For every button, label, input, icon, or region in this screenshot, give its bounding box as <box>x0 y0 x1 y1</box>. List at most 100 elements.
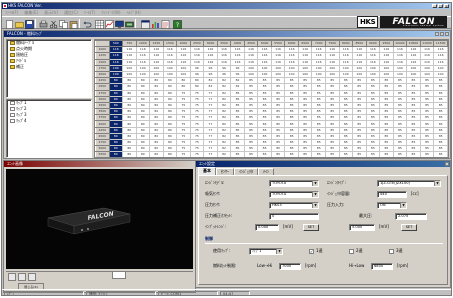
save-icon[interactable] <box>24 19 34 29</box>
grid-cell[interactable]: 82 <box>216 151 232 157</box>
menu-file[interactable]: ﾌｧｲﾙ(F) <box>5 9 18 16</box>
chevron-down-icon: ▼ <box>276 249 282 254</box>
grid-cell[interactable]: 85 <box>379 151 394 157</box>
window-title: HKS FALCON Ver. <box>8 3 42 8</box>
grid-cell[interactable]: 85 <box>311 151 326 157</box>
grid-cell[interactable]: 85 <box>324 151 340 157</box>
grid-cell[interactable]: 80 <box>108 151 124 157</box>
map-icon[interactable] <box>94 19 104 29</box>
pointer-icon[interactable] <box>18 273 26 281</box>
minimize-button[interactable]: _ <box>432 4 437 8</box>
cut-icon[interactable] <box>48 19 58 29</box>
tab-basic[interactable]: 基本 <box>198 167 216 175</box>
tree-item[interactable]: 補正 <box>7 64 91 70</box>
map-window-maximize-button[interactable] <box>440 32 444 36</box>
set-min-button[interactable]: SET <box>303 224 319 231</box>
sensor-type-select[interactable]: TOYOTA ▼ <box>269 191 319 198</box>
grid-row-header[interactable]: 5250 <box>95 151 110 157</box>
undo-icon[interactable] <box>82 19 92 28</box>
input-range-max-field[interactable]: 5.000 <box>349 224 375 231</box>
set-max-button[interactable]: SET <box>401 224 417 231</box>
menu-help[interactable]: ﾍﾙﾌﾟ(H) <box>127 9 141 16</box>
grid-cell[interactable]: 85 <box>230 151 245 157</box>
fuel-map-grid[interactable]: 500 750 1000 1250 1500 2000 2500 3000 3500 4000 45… <box>94 39 449 158</box>
engine-model-select[interactable]: TOYOTA ▼ <box>269 180 319 187</box>
engine-type-select[interactable]: 1JZ-GTE(JZX100) ▼ <box>377 180 441 187</box>
grid-cell[interactable]: 85 <box>419 151 435 157</box>
chevron-down-icon: ▼ <box>312 192 318 197</box>
grid-cell[interactable]: 80 <box>149 151 164 157</box>
copy-icon[interactable] <box>58 19 68 29</box>
map-list: ﾏｯﾌﾟ1 ﾏｯﾌﾟ2 ﾏｯﾌﾟ3 ﾏｯﾌﾟ4 <box>6 99 92 158</box>
map-select[interactable]: ﾏｯﾌﾟ1 ▼ <box>249 248 283 255</box>
grid-cell[interactable]: 85 <box>297 151 313 157</box>
limit-low-field[interactable]: 7000 <box>279 263 301 270</box>
gear2-checkbox[interactable] <box>349 249 354 254</box>
table-icon[interactable] <box>140 19 150 29</box>
chart-icon[interactable] <box>150 19 159 28</box>
limit-high-field[interactable]: 6800 <box>371 263 393 270</box>
tab-sensor[interactable]: ｾﾝｻｰ <box>216 168 234 175</box>
grid-cell[interactable]: 75 <box>176 151 191 157</box>
grid-column-header[interactable]: 10500 <box>406 40 421 48</box>
zoom-icon[interactable] <box>28 273 36 281</box>
grid-cell[interactable]: 77 <box>203 151 218 157</box>
connect-icon[interactable] <box>124 19 134 28</box>
inj-capacity-field[interactable]: 440 <box>377 191 407 198</box>
sensor-type-label: 吸気ｾﾝｻ: <box>205 191 221 196</box>
grid-cell[interactable]: 75 <box>189 151 205 157</box>
pressure-offset-field[interactable]: 0 <box>269 213 319 220</box>
log-icon[interactable] <box>160 19 170 29</box>
tab-main[interactable]: ﾒｲﾝ <box>258 168 274 175</box>
grid-cell[interactable]: 85 <box>338 151 354 157</box>
grid-cell[interactable]: 85 <box>257 151 272 157</box>
list-item[interactable]: ﾏｯﾌﾟ4 <box>7 118 91 124</box>
maximize-button[interactable]: □ <box>438 4 443 8</box>
pressure-input-select[interactable]: ON ▼ <box>377 202 407 209</box>
open-icon[interactable] <box>14 19 24 28</box>
menu-tools[interactable]: ﾂｰﾙ(T) <box>84 9 96 16</box>
help-icon[interactable]: ? <box>172 19 182 29</box>
grid-cell[interactable]: 85 <box>284 151 299 157</box>
unit-settings-titlebar[interactable]: ﾕﾆｯﾄ設定 <box>196 161 450 167</box>
arrow-icon[interactable] <box>8 273 16 281</box>
grid-cell[interactable]: 80 <box>135 151 151 157</box>
grid-cell[interactable]: 80 <box>122 151 137 157</box>
input-range-label: ｲﾝﾌﾟｯﾄﾚﾝｼﾞ: <box>205 224 227 229</box>
monitor-icon[interactable] <box>114 19 124 29</box>
paste-icon[interactable] <box>68 19 78 29</box>
close-button[interactable]: × <box>444 4 449 8</box>
grid-cell[interactable]: 85 <box>433 151 448 157</box>
map-window-minimize-button[interactable] <box>435 32 439 36</box>
menu-window[interactable]: ｳｨﾝﾄﾞｳ(W) <box>101 9 120 16</box>
pressure-input-label: 圧力入力: <box>327 202 345 207</box>
map-window-close-button[interactable] <box>445 32 449 36</box>
unit-image-titlebar[interactable]: ﾕﾆｯﾄ画像 <box>4 161 195 167</box>
grid-column-header[interactable]: 10000 <box>392 40 408 48</box>
grid-cell[interactable]: 85 <box>365 151 381 157</box>
menu-edit[interactable]: 編集(E) <box>24 9 38 16</box>
menu-view[interactable]: 表示(V) <box>44 9 58 16</box>
menu-comm[interactable]: 通信(C) <box>64 9 78 16</box>
new-icon[interactable] <box>4 19 13 29</box>
gear1-checkbox[interactable]: ✓ <box>309 249 314 254</box>
grid-cell[interactable]: 85 <box>392 151 408 157</box>
pressure-sensor-select[interactable]: HKS3 ▼ <box>269 202 319 209</box>
chevron-down-icon: ▼ <box>434 181 440 186</box>
grid-column-header[interactable]: 11000 <box>419 40 435 48</box>
grid-cell[interactable]: 85 <box>352 151 367 157</box>
graph-icon[interactable] <box>104 19 114 29</box>
unit-settings-close-button[interactable] <box>445 162 449 166</box>
tab-injector[interactable]: ｲﾝｼﾞｪｸﾀ <box>234 168 258 175</box>
pressure-max-field[interactable]: 2.075 <box>395 213 427 220</box>
input-range-min-field[interactable]: 0.000 <box>255 224 279 231</box>
print-icon[interactable] <box>38 19 48 28</box>
grid-cell[interactable]: 85 <box>406 151 421 157</box>
toolbar-separator <box>79 19 80 28</box>
grid-cell[interactable]: 80 <box>162 151 178 157</box>
map-window-titlebar[interactable]: FALCON - 燃料ﾏｯﾌﾟ <box>4 31 450 37</box>
window-controls: _ □ × <box>432 4 449 8</box>
grid-cell[interactable]: 85 <box>243 151 259 157</box>
gear3-checkbox[interactable] <box>389 249 394 254</box>
grid-cell[interactable]: 85 <box>270 151 286 157</box>
